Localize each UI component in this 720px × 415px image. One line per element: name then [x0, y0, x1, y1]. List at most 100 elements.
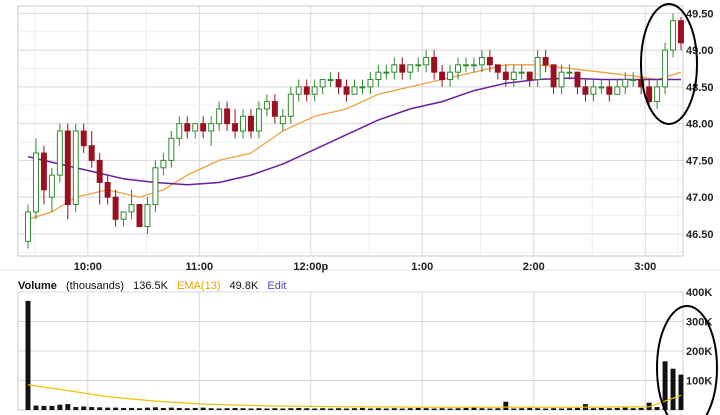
volume-bar [575, 407, 580, 410]
y-tick-label: 47.50 [686, 155, 714, 167]
volume-bar [503, 401, 509, 410]
candle-body [287, 93, 294, 117]
candle-body [654, 86, 661, 103]
volume-bar [598, 407, 604, 410]
volume-bar [320, 408, 326, 410]
volume-bar [487, 408, 493, 410]
candle-body [319, 79, 326, 88]
chart-background [0, 0, 720, 415]
volume-bar [391, 408, 397, 410]
candle-body [216, 108, 223, 125]
candle-body [622, 79, 629, 88]
candle-body [104, 181, 111, 198]
candle-body [399, 64, 406, 73]
volume-bar [296, 407, 302, 410]
candle-body [391, 64, 398, 73]
candle-body [439, 71, 446, 81]
volume-legend: Volume (thousands) 136.5K EMA(13) 49.8K … [18, 280, 292, 292]
candle-body [574, 71, 581, 88]
candle-body [630, 79, 637, 82]
volume-bar [240, 408, 246, 410]
candle-body [478, 56, 485, 66]
candle-body [32, 152, 39, 213]
volume-bar [97, 407, 103, 410]
candle-body [518, 71, 525, 74]
candle-body [144, 204, 151, 228]
candle-body [463, 64, 469, 67]
volume-bar [256, 408, 262, 410]
volume-bar [630, 408, 636, 410]
candle-body [295, 86, 302, 95]
volume-bar [654, 407, 660, 410]
candle-body [311, 86, 318, 95]
volume-bar [336, 408, 342, 410]
y-tick-label: 49.50 [686, 8, 714, 20]
x-tick-label: 12:00p [293, 261, 328, 273]
candle-body [327, 79, 334, 82]
candle-body [56, 130, 63, 176]
volume-bar [328, 408, 334, 410]
volume-bar [304, 408, 310, 410]
candle-body [224, 108, 231, 125]
candle-body [614, 86, 621, 95]
candle-body [168, 137, 175, 161]
candle-body [455, 64, 461, 73]
volume-bar [614, 407, 620, 410]
candle-body [136, 204, 143, 228]
edit-link[interactable]: Edit [267, 280, 286, 292]
volume-bar [160, 407, 166, 410]
candle-body [670, 20, 677, 51]
candle-body [112, 196, 119, 220]
candlestick-volume-chart: 10:00 11:00 12:00p 1:00 2:00 3:00 46.50 47.00 47… [0, 0, 720, 415]
volume-bar [407, 408, 413, 410]
candle-body [335, 79, 342, 88]
candle-body [343, 86, 350, 95]
candle-body [303, 86, 310, 95]
candle-body [248, 115, 254, 132]
volume-bar [622, 407, 628, 410]
volume-bar [33, 405, 39, 410]
candle-body [200, 123, 207, 132]
volume-bar [129, 407, 134, 410]
candle-body [72, 130, 79, 206]
volume-bar [551, 408, 557, 410]
candle-body [470, 64, 477, 67]
candle-body [534, 56, 541, 81]
volume-bar [144, 407, 150, 410]
x-tick-label: 10:00 [74, 261, 102, 273]
candle-body [359, 86, 366, 89]
volume-bar [73, 407, 79, 410]
candle-body [120, 211, 127, 220]
volume-bar [567, 408, 572, 410]
volume-bar [57, 404, 63, 410]
candle-body [407, 64, 414, 73]
volume-bar [192, 407, 198, 410]
candle-body [25, 211, 31, 242]
volume-bar [535, 408, 541, 410]
candle [64, 123, 71, 220]
x-tick-label: 3:00 [634, 261, 656, 273]
volume-bar [184, 408, 190, 410]
volume-bar [638, 407, 644, 410]
volume-bar [439, 408, 445, 410]
candle [152, 160, 159, 212]
volume-bar [105, 407, 111, 410]
ema-label: EMA(13) [177, 280, 221, 292]
candle-body [367, 79, 374, 88]
volume-bar [168, 407, 174, 410]
volume-bar [264, 408, 270, 410]
candle-body [550, 64, 557, 88]
volume-title: Volume [18, 280, 57, 292]
volume-bar [65, 404, 71, 410]
candle-body [271, 101, 278, 117]
candle-body [96, 159, 103, 183]
volume-bar [511, 408, 517, 410]
candle-body [375, 71, 382, 81]
volume-bar [447, 408, 453, 410]
candle-body [351, 86, 358, 95]
candle-body [176, 123, 183, 139]
volume-bar [288, 408, 294, 410]
volume-bar [41, 405, 47, 410]
candle-body [232, 123, 239, 132]
candle-body [662, 49, 669, 88]
